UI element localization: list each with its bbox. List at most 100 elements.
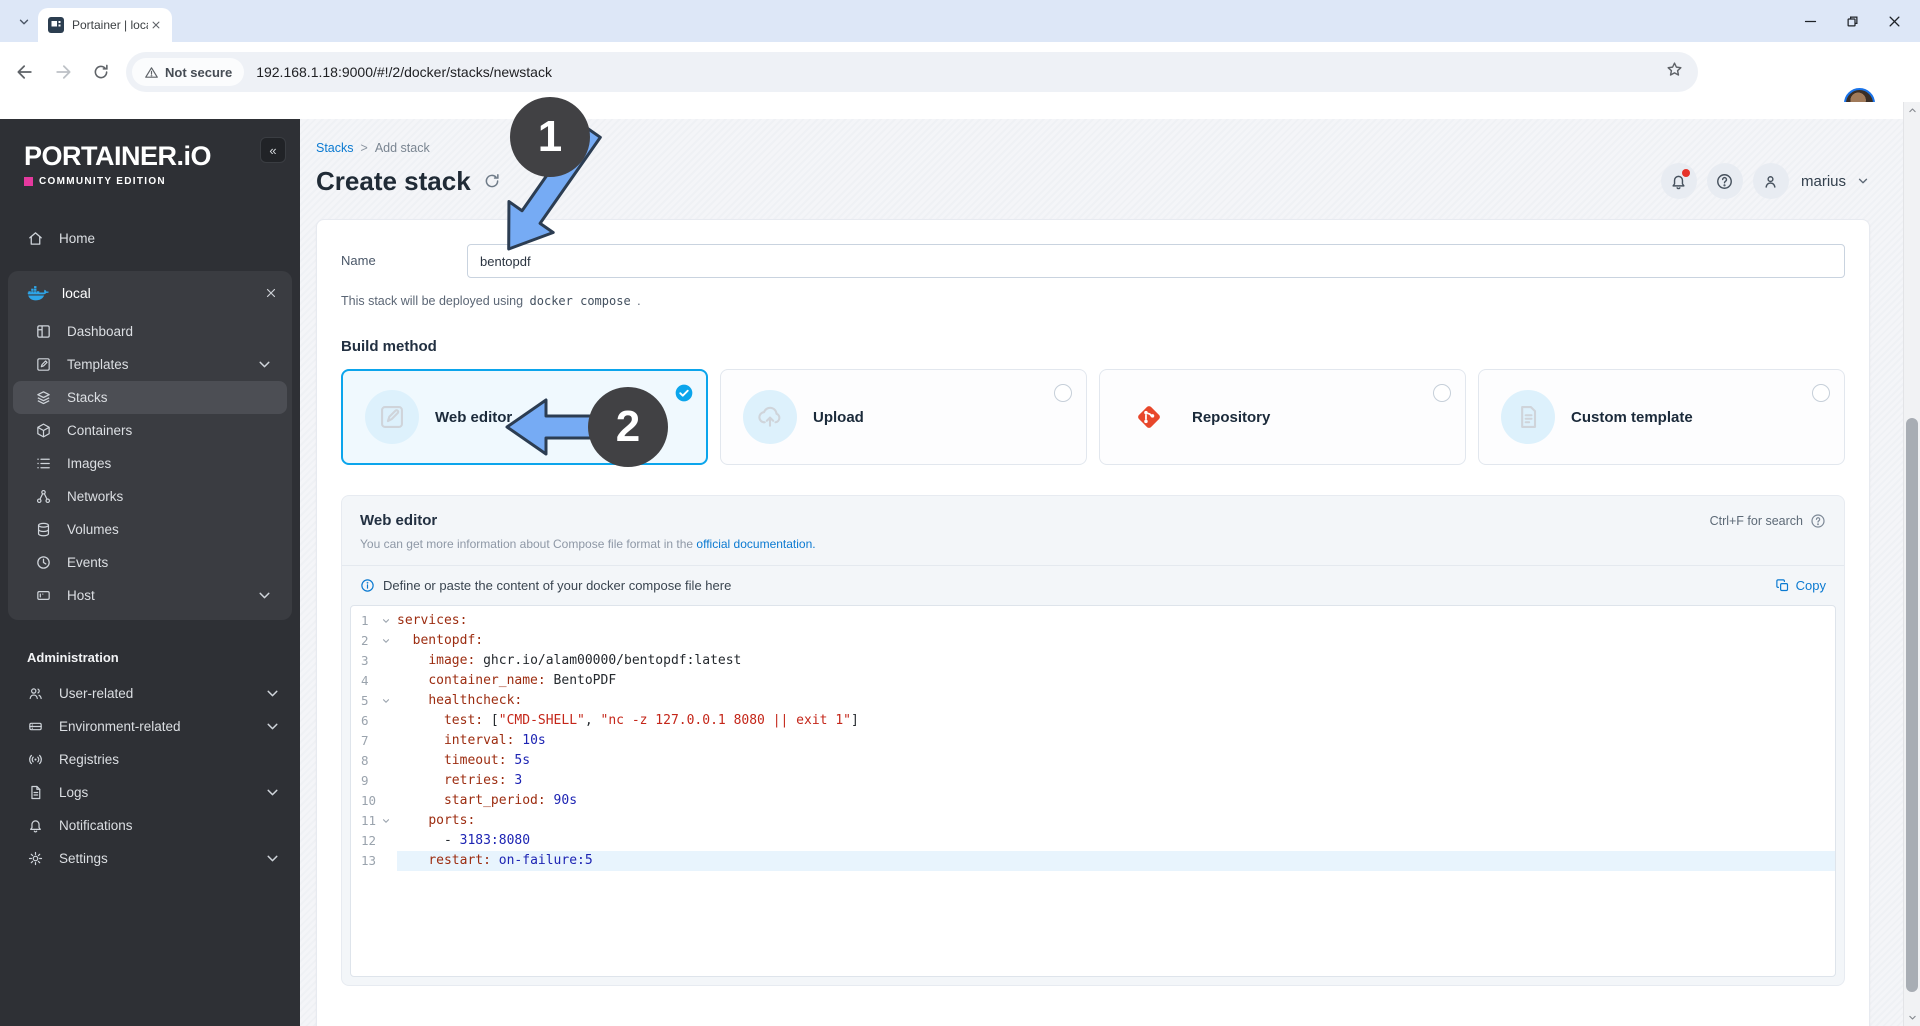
editor-line-11[interactable]: 11 ports: <box>351 811 1835 831</box>
chevron-down-icon <box>256 587 273 604</box>
forward-button[interactable] <box>50 59 76 85</box>
breadcrumb-stacks-link[interactable]: Stacks <box>316 141 354 155</box>
fold-chevron-icon[interactable] <box>381 616 391 626</box>
chevron-down-icon[interactable] <box>1856 174 1870 188</box>
portainer-favicon-icon <box>48 17 64 33</box>
edition-row: COMMUNITY EDITION <box>24 176 300 187</box>
annotation-step-1-badge: 1 <box>510 97 590 177</box>
window-close-button[interactable] <box>1886 13 1902 29</box>
web-editor-widget: Web editor Ctrl+F for search You can get… <box>341 495 1845 986</box>
sidebar-item-dashboard[interactable]: Dashboard <box>13 315 287 348</box>
sidebar-item-environment-related[interactable]: Environment-related <box>5 710 295 743</box>
build-method-label-text: Web editor <box>435 408 513 426</box>
sidebar-item-volumes[interactable]: Volumes <box>13 513 287 546</box>
editor-line-8[interactable]: 8 timeout: 5s <box>351 751 1835 771</box>
editor-line-3[interactable]: 3 image: ghcr.io/alam00000/bentopdf:late… <box>351 651 1835 671</box>
editor-gutter: 1 <box>351 611 397 631</box>
sidebar-item-templates[interactable]: Templates <box>13 348 287 381</box>
sidebar-item-host[interactable]: Host <box>13 579 287 612</box>
refresh-icon[interactable] <box>483 172 501 190</box>
editor-line-4[interactable]: 4 container_name: BentoPDF <box>351 671 1835 691</box>
browser-tab[interactable]: Portainer | local <box>38 8 172 42</box>
portainer-logo: PORTAINER.iO <box>24 141 212 171</box>
build-method-radio[interactable] <box>1433 384 1451 402</box>
code-line: - 3183:8080 <box>397 833 531 848</box>
not-secure-chip[interactable]: Not secure <box>132 58 245 86</box>
build-method-label: Build method <box>341 338 437 355</box>
home-icon <box>27 230 44 247</box>
user-avatar-button[interactable] <box>1752 163 1789 199</box>
editor-gutter: 9 <box>351 771 397 791</box>
environment-close-icon[interactable] <box>264 286 278 300</box>
search-hint-label: Ctrl+F for search <box>1709 513 1803 528</box>
editor-line-5[interactable]: 5 healthcheck: <box>351 691 1835 711</box>
official-documentation-link[interactable]: official documentation. <box>696 537 815 551</box>
scrollbar-thumb[interactable] <box>1906 418 1918 992</box>
line-number: 11 <box>361 813 377 828</box>
line-number: 12 <box>361 833 377 848</box>
editor-line-12[interactable]: 12 - 3183:8080 <box>351 831 1835 851</box>
editor-line-13[interactable]: 13 restart: on-failure:5 <box>351 851 1835 871</box>
back-button[interactable] <box>12 59 38 85</box>
environment-header[interactable]: local <box>8 271 292 315</box>
build-method-upload[interactable]: Upload <box>720 369 1087 465</box>
help-circle-icon[interactable] <box>1810 513 1826 529</box>
build-method-custom-template[interactable]: Custom template <box>1478 369 1845 465</box>
editor-gutter: 3 <box>351 651 397 671</box>
sidebar-item-settings[interactable]: Settings <box>5 842 295 875</box>
editor-line-6[interactable]: 6 test: ["CMD-SHELL", "nc -z 127.0.0.1 8… <box>351 711 1835 731</box>
sidebar-item-home[interactable]: Home <box>0 221 300 255</box>
line-number: 6 <box>361 713 369 728</box>
sidebar: PORTAINER.iO COMMUNITY EDITION « Home lo… <box>0 119 300 1026</box>
editor-line-10[interactable]: 10 start_period: 90s <box>351 791 1835 811</box>
copy-button[interactable]: Copy <box>1775 578 1826 593</box>
editor-gutter: 12 <box>351 831 397 851</box>
sidebar-item-label: Containers <box>67 423 133 438</box>
address-bar[interactable]: Not secure 192.168.1.18:9000/#!/2/docker… <box>126 52 1698 92</box>
sidebar-collapse-button[interactable]: « <box>260 137 286 163</box>
sidebar-item-events[interactable]: Events <box>13 546 287 579</box>
code-line: bentopdf: <box>412 633 484 648</box>
build-method-radio[interactable] <box>1812 384 1830 402</box>
name-field-label: Name <box>341 253 376 268</box>
networks-icon <box>35 488 52 505</box>
bookmark-star-icon[interactable] <box>1665 60 1684 84</box>
scrollbar-down-icon[interactable] <box>1904 1009 1920 1026</box>
editor-line-1[interactable]: 1 services: <box>351 611 1835 631</box>
fold-chevron-icon[interactable] <box>381 696 391 706</box>
editor-line-7[interactable]: 7 interval: 10s <box>351 731 1835 751</box>
dashboard-icon <box>35 323 52 340</box>
build-method-repository[interactable]: Repository <box>1099 369 1466 465</box>
tab-close-icon[interactable] <box>148 17 164 33</box>
sidebar-item-logs[interactable]: Logs <box>5 776 295 809</box>
sidebar-item-user-related[interactable]: User-related <box>5 677 295 710</box>
window-minimize-button[interactable] <box>1802 13 1818 29</box>
window-restore-button[interactable] <box>1844 13 1860 29</box>
sidebar-item-stacks[interactable]: Stacks <box>13 381 287 414</box>
editor-gutter: 4 <box>351 671 397 691</box>
sidebar-item-registries[interactable]: Registries <box>5 743 295 776</box>
notifications-bell-button[interactable] <box>1660 163 1697 199</box>
sidebar-item-containers[interactable]: Containers <box>13 414 287 447</box>
sidebar-item-images[interactable]: Images <box>13 447 287 480</box>
scrollbar-up-icon[interactable] <box>1904 102 1920 119</box>
fold-chevron-icon[interactable] <box>381 816 391 826</box>
editor-gutter: 13 <box>351 851 397 871</box>
sidebar-item-label: Volumes <box>67 522 119 537</box>
editor-gutter: 2 <box>351 631 397 651</box>
build-method-radio[interactable] <box>1054 384 1072 402</box>
reload-button[interactable] <box>88 59 114 85</box>
editor-gutter: 7 <box>351 731 397 751</box>
help-button[interactable] <box>1706 163 1743 199</box>
stack-name-input[interactable] <box>467 244 1845 278</box>
editor-line-9[interactable]: 9 retries: 3 <box>351 771 1835 791</box>
sidebar-item-networks[interactable]: Networks <box>13 480 287 513</box>
tab-search-button[interactable] <box>12 10 36 34</box>
web-editor-title: Web editor <box>360 512 438 529</box>
fold-chevron-icon[interactable] <box>381 636 391 646</box>
compose-code-editor[interactable]: 1 services: 2 bentopdf: 3 image: ghcr.io/al… <box>350 605 1836 977</box>
editor-line-2[interactable]: 2 bentopdf: <box>351 631 1835 651</box>
environment-name: local <box>62 285 91 301</box>
page-scrollbar[interactable] <box>1903 102 1920 1026</box>
sidebar-item-notifications[interactable]: Notifications <box>5 809 295 842</box>
